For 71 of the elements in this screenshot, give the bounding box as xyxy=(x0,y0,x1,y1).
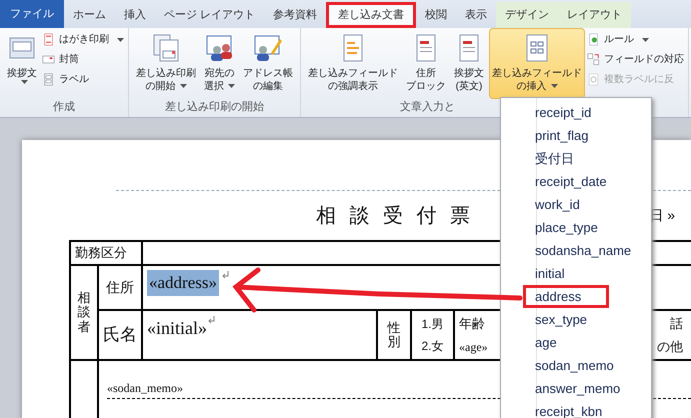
postcard-icon xyxy=(42,33,55,46)
documents-icon xyxy=(151,33,181,63)
ribbon-button[interactable]: 挨拶文 (英文) xyxy=(451,28,487,99)
merge-field: «address» xyxy=(147,270,219,296)
merge-field: «age» xyxy=(459,338,515,356)
caret-icon xyxy=(117,38,124,42)
ribbon-tab[interactable]: 表示 xyxy=(456,2,496,28)
ribbon-button[interactable]: アドレス帳 の編集 xyxy=(240,28,296,99)
ribbon-tab[interactable]: 挿入 xyxy=(115,2,155,28)
ribbon-button[interactable]: 宛先の 選択 xyxy=(201,28,238,99)
ribbon-button[interactable]: フィールドの対応 xyxy=(587,52,684,67)
group-label: 差し込み印刷の開始 xyxy=(165,100,264,115)
ribbon-button[interactable]: ルール xyxy=(587,32,684,47)
ribbon-tab[interactable]: 校閲 xyxy=(416,2,456,28)
paragraph-mark-icon xyxy=(220,270,230,279)
table-cell: 相談者 xyxy=(78,291,90,334)
ribbon-tab[interactable]: デザイン xyxy=(496,2,558,28)
update-labels-icon xyxy=(587,73,600,86)
paragraph-mark-icon xyxy=(207,315,216,324)
ribbon-button[interactable]: 挨拶文 xyxy=(4,28,40,99)
menu-item[interactable]: sodansha_name xyxy=(523,239,644,262)
label-sheet-icon xyxy=(42,73,55,86)
envelope-icon xyxy=(42,53,55,66)
ribbon-button[interactable]: 封筒 xyxy=(42,52,124,67)
ribbon-button[interactable]: 差し込みフィールド の強調表示 xyxy=(305,28,401,99)
table-cell-text: 1.男 xyxy=(421,316,444,333)
table-cell-text: 住所 xyxy=(106,278,134,297)
ribbon-tab[interactable]: ファイル xyxy=(0,0,64,28)
ribbon-button[interactable]: 差し込み印刷 の開始 xyxy=(133,28,199,99)
ribbon-button[interactable]: ラベル xyxy=(42,72,124,87)
caret-icon xyxy=(228,84,235,88)
caret-icon xyxy=(180,84,186,88)
table-cell-text: 話 xyxy=(670,314,683,332)
caret-icon xyxy=(550,84,558,88)
document-title: 相 談 受 付 票 xyxy=(316,204,474,228)
table-cell-text: 2.女 xyxy=(421,338,444,355)
table-cell-text: 年齢 xyxy=(459,315,486,334)
menu-item[interactable]: receipt_date xyxy=(523,170,619,193)
ribbon-tab[interactable]: ホーム xyxy=(64,2,115,28)
ribbon-button[interactable]: 住所 ブロック xyxy=(403,28,449,99)
people-icon xyxy=(204,33,234,63)
ribbon-tab[interactable]: 参考資料 xyxy=(264,2,326,28)
ribbon-tab[interactable]: 差し込み文書 xyxy=(326,2,416,28)
ribbon-button[interactable]: はがき印刷 xyxy=(42,32,124,47)
group-label: 文章入力と xyxy=(399,100,455,115)
menu-item[interactable]: receipt_id xyxy=(523,101,604,124)
table-cell-text: 勤務区分 xyxy=(75,244,127,262)
rule-document-icon xyxy=(587,33,600,46)
caret-icon xyxy=(642,38,649,42)
menu-item[interactable]: work_id xyxy=(523,193,592,216)
ribbon-tab[interactable]: レイアウト xyxy=(558,2,632,28)
menu-item[interactable]: print_flag xyxy=(523,124,600,147)
menu-item[interactable]: sodan_memo xyxy=(523,354,626,377)
menu-item[interactable]: age xyxy=(523,331,569,354)
merge-field: «sodan_memo» xyxy=(107,381,183,395)
menu-item[interactable]: 受付日 xyxy=(523,147,586,170)
field-match-icon xyxy=(587,53,600,66)
ribbon-tab[interactable]: ページ レイアウト xyxy=(155,2,264,28)
menu-item[interactable]: address xyxy=(523,285,609,308)
group-label: 作成 xyxy=(53,100,75,115)
merge-field: «initial» xyxy=(147,315,207,342)
address-book-edit-icon xyxy=(253,33,283,63)
table-cell: 性別 xyxy=(388,320,400,350)
ribbon-button[interactable]: 差し込みフィールド の挿入 xyxy=(489,28,585,99)
menu-item[interactable]: place_type xyxy=(523,216,610,239)
menu-item[interactable]: answer_memo xyxy=(523,377,632,400)
menu-item[interactable]: initial xyxy=(523,262,577,285)
menu-item[interactable]: sex_type xyxy=(523,308,600,331)
table-cell-text: 氏名 xyxy=(103,324,137,346)
caret-icon xyxy=(20,80,28,84)
table-cell-text: の他 xyxy=(657,338,683,356)
